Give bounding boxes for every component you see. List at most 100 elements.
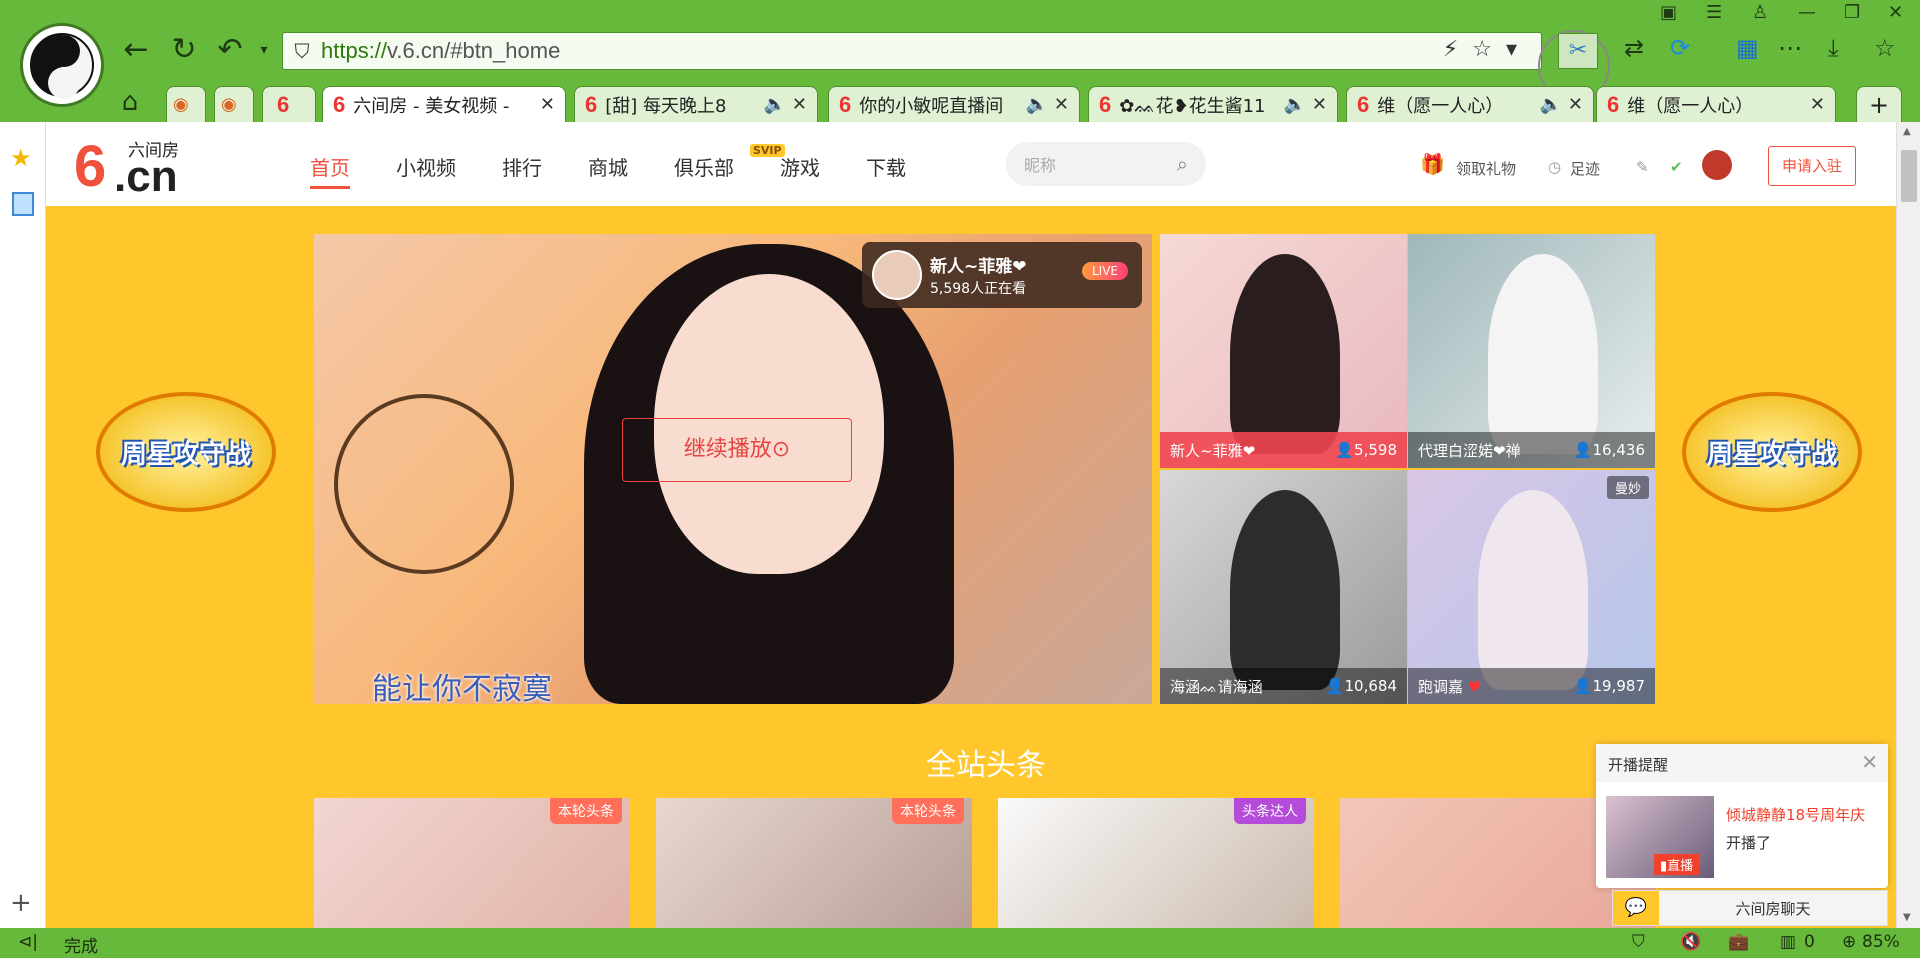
- tab-4[interactable]: 6 ✿ᨐ花❥花生酱11 🔈 ✕: [1088, 86, 1338, 122]
- right-promo-banner[interactable]: 周星攻守战: [1652, 342, 1892, 572]
- gift-link[interactable]: 领取礼物: [1456, 158, 1516, 179]
- tab-5[interactable]: 6 维（愿一人心） 🔈 ✕: [1346, 86, 1594, 122]
- main-video-player[interactable]: 新人~菲雅❤ 5,598人正在看 LIVE 继续播放⊙ 能让你不寂寞: [314, 234, 1152, 704]
- clock-icon[interactable]: ◷: [1548, 158, 1561, 176]
- speaker-icon[interactable]: 🔈: [1283, 94, 1305, 115]
- back-icon[interactable]: ←: [118, 32, 154, 68]
- minimize-icon[interactable]: —: [1798, 2, 1816, 23]
- restore-icon[interactable]: ❐: [1844, 2, 1860, 23]
- star-outline-icon[interactable]: ☆: [1874, 34, 1896, 62]
- translate-icon[interactable]: ⇄: [1624, 34, 1644, 62]
- briefcase-icon[interactable]: 💼: [1728, 932, 1749, 952]
- browser-toolbar: ← ↻ ↶ ▾ ⛉ https://v.6.cn/#btn_home ⚡☆▾ ✂…: [0, 0, 1920, 122]
- mute-icon[interactable]: 🔇: [1680, 932, 1701, 952]
- tab-6[interactable]: 6 维（愿一人心） ✕: [1596, 86, 1836, 122]
- tab-close-icon[interactable]: ✕: [540, 94, 555, 115]
- tab-close-icon[interactable]: ✕: [1568, 94, 1583, 115]
- scroll-up-icon[interactable]: ▲: [1903, 126, 1911, 137]
- shield-status-icon[interactable]: ⛉: [1632, 932, 1645, 952]
- pinned-tab-weibo-2[interactable]: ◉: [214, 86, 254, 122]
- tab-close-icon[interactable]: ✕: [1054, 94, 1069, 115]
- nav-mall[interactable]: 商城: [588, 152, 628, 181]
- nav-rank[interactable]: 排行: [502, 152, 542, 181]
- tab-close-icon[interactable]: ✕: [1810, 94, 1825, 115]
- nav-club[interactable]: 俱乐部: [674, 152, 734, 181]
- address-bar[interactable]: ⛉ https://v.6.cn/#btn_home ⚡☆▾: [282, 32, 1542, 70]
- page-scrollbar[interactable]: ▲ ▼: [1896, 122, 1920, 928]
- shield-icon: ⛉: [294, 39, 310, 63]
- viewer-count: 5,598人正在看: [930, 281, 1027, 297]
- nav-home[interactable]: 首页: [310, 152, 350, 189]
- site-logo[interactable]: 6 六间房 .cn: [74, 136, 204, 202]
- scissors-icon[interactable]: ✂: [1558, 33, 1598, 69]
- zoom-icon[interactable]: ⊕: [1842, 932, 1856, 952]
- nav-shorts[interactable]: 小视频: [396, 152, 456, 181]
- sync-icon[interactable]: ⟳: [1670, 34, 1690, 62]
- live-thumb-4[interactable]: 曼妙 跑调嘉 ♥ 👤19,987: [1408, 470, 1655, 704]
- add-icon[interactable]: +: [10, 888, 32, 918]
- edit-icon[interactable]: ✎: [1636, 158, 1649, 176]
- tab-title: 维（愿一人心）: [1377, 95, 1504, 117]
- search-input[interactable]: 昵称: [1024, 152, 1056, 176]
- scroll-down-icon[interactable]: ▼: [1903, 912, 1911, 923]
- nav-games[interactable]: 游戏: [780, 152, 820, 181]
- chat-bar[interactable]: 💬 六间房聊天: [1612, 890, 1888, 926]
- pinned-tab-6cn[interactable]: 6: [262, 86, 316, 122]
- avatar[interactable]: [1702, 150, 1732, 180]
- calculator-icon[interactable]: ▦: [1736, 34, 1759, 62]
- apply-button[interactable]: 申请入驻: [1768, 146, 1856, 186]
- six-icon: 6: [277, 91, 290, 117]
- menu-icon[interactable]: ☰: [1706, 2, 1722, 23]
- speaker-icon[interactable]: 🔈: [1539, 94, 1561, 115]
- popup-close-icon[interactable]: ✕: [1861, 750, 1878, 774]
- tab-3[interactable]: 6 你的小敏呢直播间 🔈 ✕: [828, 86, 1080, 122]
- nav-download[interactable]: 下载: [866, 152, 906, 181]
- check-icon[interactable]: ✔: [1670, 158, 1683, 176]
- headline-card-3[interactable]: 头条达人: [998, 798, 1314, 928]
- search-box[interactable]: 昵称 ⌕: [1006, 142, 1206, 186]
- thumb-bar: 跑调嘉 ♥ 👤19,987: [1408, 668, 1655, 704]
- speaker-icon[interactable]: 🔈: [1025, 94, 1047, 115]
- live-thumb-3[interactable]: 海涵ᨐ请海涵 👤10,684: [1160, 470, 1407, 704]
- history-link[interactable]: 足迹: [1570, 158, 1600, 179]
- refresh-icon[interactable]: ↻: [166, 32, 202, 68]
- search-icon[interactable]: ⌕: [1177, 152, 1188, 176]
- svip-badge: SVIP: [750, 144, 785, 157]
- live-thumb-1[interactable]: 新人~菲雅❤ 👤5,598: [1160, 234, 1407, 468]
- headline-card-2[interactable]: 本轮头条: [656, 798, 972, 928]
- anchor-avatar[interactable]: [872, 250, 922, 300]
- url-text[interactable]: https://v.6.cn/#btn_home: [321, 38, 560, 64]
- chevron-down-icon[interactable]: ▾: [246, 32, 282, 68]
- address-actions[interactable]: ⚡☆▾: [1443, 37, 1531, 62]
- download-icon[interactable]: ⤓: [1828, 34, 1839, 62]
- favorites-star-icon[interactable]: ★: [10, 144, 32, 172]
- popup-anchor-name[interactable]: 倾城静静18号周年庆: [1726, 804, 1865, 825]
- tab-close-icon[interactable]: ✕: [792, 94, 807, 115]
- live-reminder-popup: 开播提醒 ✕ ▮直播 倾城静静18号周年庆 开播了: [1596, 744, 1888, 888]
- scroll-thumb[interactable]: [1901, 150, 1917, 202]
- left-promo-banner[interactable]: 周星攻守战: [66, 342, 306, 572]
- anchor-card[interactable]: 新人~菲雅❤ 5,598人正在看 LIVE: [862, 242, 1142, 308]
- panel-toggle-icon[interactable]: ⊲|: [18, 932, 38, 952]
- skin-icon[interactable]: ♙: [1752, 2, 1768, 23]
- thumb-count: 👤10,684: [1325, 677, 1397, 695]
- headline-card-1[interactable]: 本轮头条: [314, 798, 630, 928]
- tab-close-icon[interactable]: ✕: [1312, 94, 1327, 115]
- thumb-name: 代理白涩婼❤禅: [1418, 441, 1521, 460]
- zoom-level[interactable]: 85%: [1862, 932, 1900, 952]
- close-icon[interactable]: ✕: [1888, 2, 1903, 23]
- new-tab-button[interactable]: +: [1856, 86, 1902, 122]
- continue-play-button[interactable]: 继续播放⊙: [622, 418, 852, 482]
- live-thumb-2[interactable]: 代理白涩婼❤禅 👤16,436: [1408, 234, 1655, 468]
- tablet-icon[interactable]: [12, 192, 34, 216]
- gift-box-icon[interactable]: 🎁: [1420, 152, 1445, 176]
- undo-icon[interactable]: ↶: [212, 32, 248, 68]
- sidebar-toggle-icon[interactable]: ▣: [1660, 2, 1677, 23]
- speaker-icon[interactable]: 🔈: [763, 94, 785, 115]
- tab-2[interactable]: 6 [甜] 每天晚上8 🔈 ✕: [574, 86, 818, 122]
- adblock-icon[interactable]: ▥: [1780, 932, 1796, 952]
- more-icon[interactable]: ⋯: [1778, 34, 1802, 62]
- tab-active[interactable]: 6 六间房 - 美女视频 - ✕: [322, 86, 566, 122]
- home-icon[interactable]: ⌂: [112, 84, 148, 120]
- pinned-tab-weibo-1[interactable]: ◉: [166, 86, 206, 122]
